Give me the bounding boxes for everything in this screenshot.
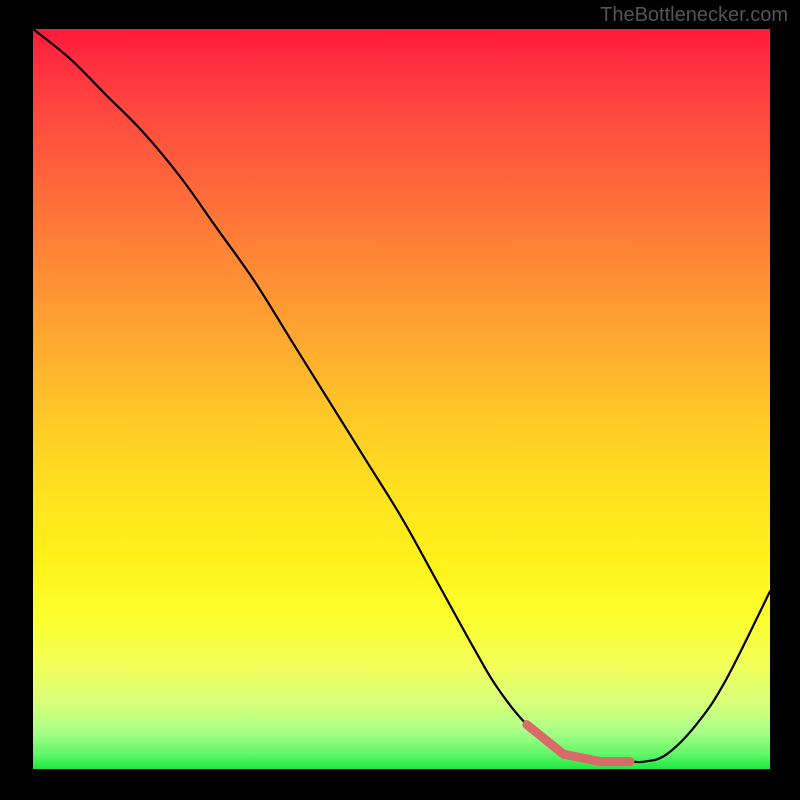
chart-svg bbox=[33, 29, 770, 769]
plot-area bbox=[33, 29, 770, 769]
valley-marker bbox=[527, 725, 630, 762]
bottleneck-curve bbox=[33, 29, 770, 762]
watermark-text: TheBottlenecker.com bbox=[600, 4, 788, 27]
